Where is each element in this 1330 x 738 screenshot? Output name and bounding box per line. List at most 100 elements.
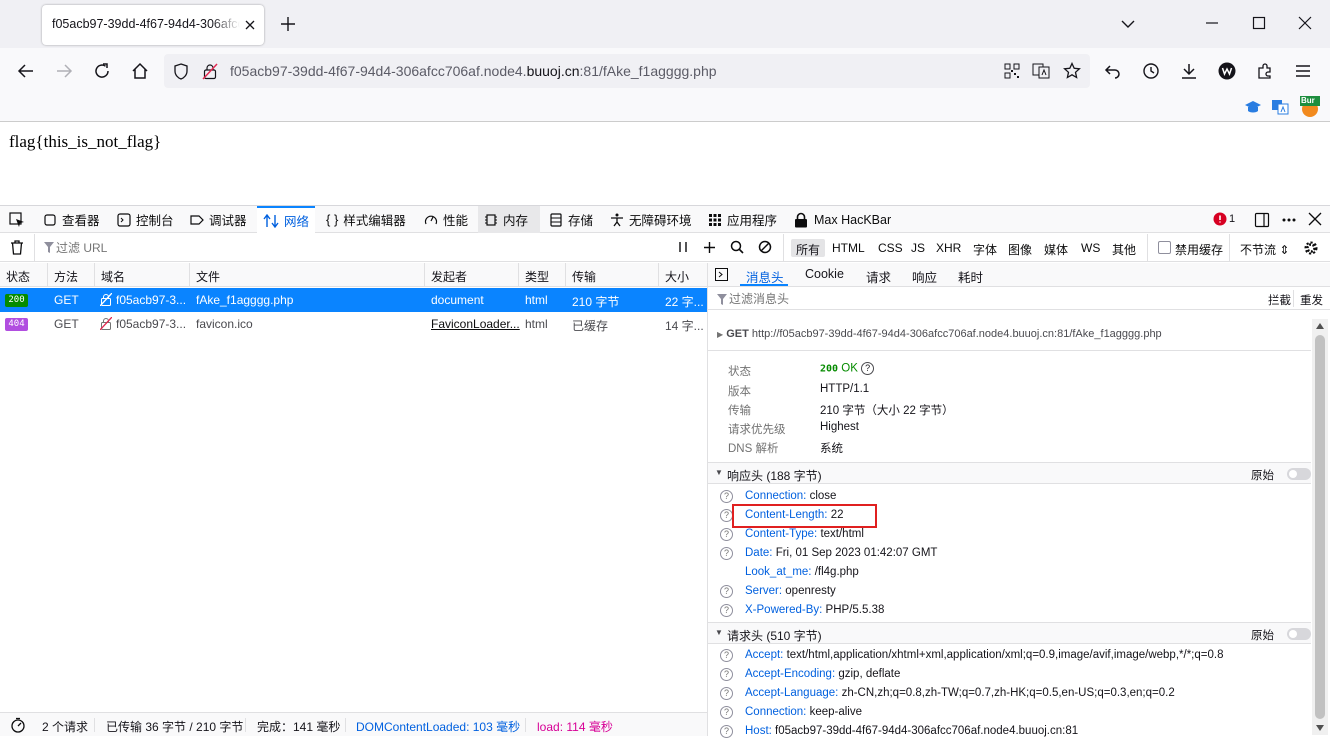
tracking-shield-icon[interactable]	[173, 63, 189, 80]
search-icon[interactable]	[730, 240, 744, 254]
column-method[interactable]: 方法	[54, 268, 78, 285]
performance-analysis-icon[interactable]	[10, 717, 26, 733]
tab-list-chevron-icon[interactable]	[1120, 16, 1136, 32]
translate-extension-icon[interactable]	[1271, 98, 1289, 116]
browser-tab[interactable]: f05acb97-39dd-4f67-94d4-306afcc706af.nod…	[42, 5, 264, 45]
downloads-icon[interactable]	[1180, 62, 1198, 80]
translate-icon[interactable]	[1032, 63, 1050, 79]
response-headers-section[interactable]: ▼ 响应头 (188 字节) 原始	[708, 462, 1311, 484]
filter-xhr-button[interactable]: XHR	[936, 241, 961, 255]
tab-cookies[interactable]: Cookie	[805, 267, 844, 281]
help-icon[interactable]: ?	[720, 725, 733, 738]
disable-cache-checkbox[interactable]	[1158, 241, 1171, 254]
column-status[interactable]: 状态	[6, 268, 30, 285]
filter-images-button[interactable]: 图像	[1008, 241, 1032, 258]
forward-icon[interactable]	[55, 62, 73, 80]
undo-icon[interactable]	[1104, 62, 1122, 80]
details-scrollbar[interactable]	[1312, 319, 1328, 735]
insecure-lock-icon[interactable]	[202, 63, 218, 80]
column-type[interactable]: 类型	[525, 268, 549, 285]
filter-ws-button[interactable]: WS	[1081, 241, 1100, 255]
filter-other-button[interactable]: 其他	[1112, 241, 1136, 258]
scrollbar-thumb[interactable]	[1315, 335, 1325, 719]
home-icon[interactable]	[131, 62, 149, 80]
dock-side-icon[interactable]	[1254, 212, 1270, 228]
tab-response[interactable]: 响应	[912, 267, 937, 286]
resend-button[interactable]: 重发	[1300, 292, 1323, 308]
column-transfer[interactable]: 传输	[572, 268, 596, 285]
column-file[interactable]: 文件	[196, 268, 220, 285]
tab-application[interactable]: 应用程序	[702, 206, 783, 233]
network-settings-gear-icon[interactable]	[1303, 240, 1319, 256]
error-count-badge[interactable]	[1213, 212, 1227, 226]
help-icon[interactable]: ?	[720, 706, 733, 719]
tab-style-editor[interactable]: { } 样式编辑器	[320, 206, 412, 233]
tab-request[interactable]: 请求	[866, 267, 891, 286]
burp-extension-icon[interactable]: Bur	[1298, 96, 1322, 118]
tab-inspector[interactable]: 查看器	[37, 206, 106, 233]
tab-max-hackbar[interactable]: Max HacKBar	[787, 206, 897, 233]
maximize-icon[interactable]	[1252, 16, 1266, 30]
more-options-icon[interactable]	[1281, 212, 1297, 228]
request-headers-section[interactable]: ▼ 请求头 (510 字节) 原始	[708, 622, 1311, 644]
bookmark-star-icon[interactable]	[1063, 62, 1081, 80]
pause-icon[interactable]	[677, 241, 689, 253]
window-close-icon[interactable]	[1298, 16, 1312, 30]
history-icon[interactable]	[1142, 62, 1160, 80]
tab-storage[interactable]: 存储	[543, 206, 599, 233]
menu-icon[interactable]	[1294, 62, 1312, 80]
filter-fonts-button[interactable]: 字体	[973, 241, 997, 258]
qr-code-icon[interactable]	[1004, 63, 1020, 79]
tab-performance[interactable]: 性能	[418, 206, 474, 233]
new-tab-icon[interactable]	[280, 16, 296, 32]
tab-timings[interactable]: 耗时	[958, 267, 983, 286]
help-icon[interactable]: ?	[720, 490, 733, 503]
tab-memory[interactable]: 内存	[478, 206, 540, 233]
close-devtools-icon[interactable]	[1308, 212, 1322, 226]
filter-all-button[interactable]: 所有	[791, 239, 826, 257]
request-row[interactable]: 200 GET f05acb97-3... fAke_f1agggg.php d…	[0, 288, 707, 312]
tab-network[interactable]: 网络	[257, 206, 316, 233]
tab-accessibility[interactable]: 无障碍环境	[604, 206, 698, 233]
block-button[interactable]: 拦截	[1268, 292, 1291, 308]
graduation-cap-icon[interactable]	[1244, 99, 1262, 115]
column-initiator[interactable]: 发起者	[431, 268, 467, 285]
element-picker-icon[interactable]	[9, 212, 25, 228]
help-icon[interactable]: ?	[720, 528, 733, 541]
raw-toggle[interactable]	[1287, 628, 1311, 640]
help-icon[interactable]: ?	[720, 649, 733, 662]
help-icon[interactable]: ?	[720, 668, 733, 681]
help-icon[interactable]: ?	[720, 687, 733, 700]
close-tab-icon[interactable]	[244, 19, 256, 31]
url-text[interactable]: f05acb97-39dd-4f67-94d4-306afcc706af.nod…	[230, 63, 717, 79]
toggle-sidebar-icon[interactable]	[715, 268, 728, 281]
help-icon[interactable]: ?	[861, 362, 875, 375]
request-row[interactable]: 404 GET f05acb97-3... favicon.ico Favico…	[0, 312, 707, 336]
extensions-icon[interactable]	[1256, 62, 1274, 80]
filter-js-button[interactable]: JS	[911, 241, 925, 255]
filter-css-button[interactable]: CSS	[878, 241, 903, 255]
filter-media-button[interactable]: 媒体	[1044, 241, 1068, 258]
headers-filter-input[interactable]	[729, 290, 1129, 308]
tab-debugger[interactable]: 调试器	[184, 206, 253, 233]
trash-icon[interactable]	[10, 240, 24, 255]
summary-row[interactable]: ▶ GET http://f05acb97-39dd-4f67-94d4-306…	[717, 328, 1162, 340]
minimize-icon[interactable]	[1205, 16, 1219, 30]
add-filter-icon[interactable]	[703, 241, 716, 254]
wappalyzer-icon[interactable]	[1218, 62, 1236, 80]
throttle-select[interactable]: 不节流 ⇕	[1240, 241, 1289, 258]
block-url-icon[interactable]	[758, 240, 772, 254]
scroll-down-arrow-icon[interactable]	[1316, 725, 1324, 731]
scroll-up-arrow-icon[interactable]	[1316, 323, 1324, 329]
column-size[interactable]: 大小	[665, 268, 689, 285]
request-initiator-link[interactable]: FaviconLoader...	[431, 317, 520, 331]
raw-toggle[interactable]	[1287, 468, 1311, 480]
help-icon[interactable]: ?	[720, 604, 733, 617]
help-icon[interactable]: ?	[720, 547, 733, 560]
reload-icon[interactable]	[93, 62, 111, 80]
column-domain[interactable]: 域名	[101, 268, 125, 285]
help-icon[interactable]: ?	[720, 585, 733, 598]
url-filter-input[interactable]	[56, 238, 656, 258]
tab-console[interactable]: 控制台	[111, 206, 180, 233]
url-bar[interactable]: f05acb97-39dd-4f67-94d4-306afcc706af.nod…	[164, 54, 1090, 88]
